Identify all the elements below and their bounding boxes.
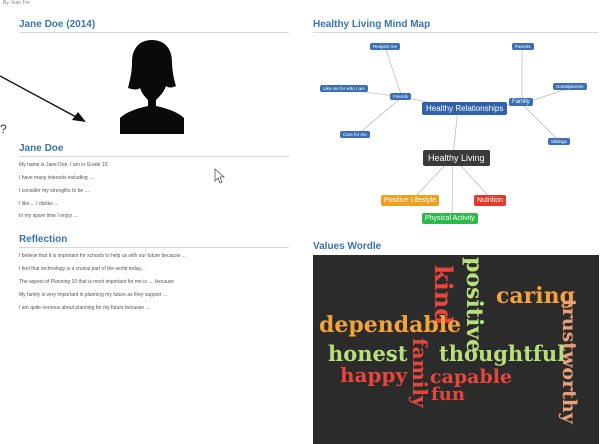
mindmap-node-respect-me[interactable]: Respect me <box>370 43 401 50</box>
mindmap-node-physical-activity[interactable]: Physical Activity <box>422 213 478 224</box>
person-silhouette-icon <box>120 40 184 134</box>
reflection-line: My family is very important in planning … <box>19 292 168 298</box>
wordle-word-family: family <box>408 338 432 408</box>
about-divider <box>19 156 289 157</box>
about-line: My name is Jane Doe. I am in Grade 10. <box>19 162 109 168</box>
mindmap-node-nutrition[interactable]: Nutrition <box>474 195 507 206</box>
mindmap-node-like-me[interactable]: Like me for who I am <box>320 85 368 92</box>
about-line: In my spare time I enjoy ... <box>19 213 78 219</box>
about-line: I consider my strengths to be .... <box>19 188 91 194</box>
mindmap-heading: Healthy Living Mind Map <box>313 19 431 30</box>
reflection-divider <box>19 247 289 248</box>
mindmap-divider <box>313 32 598 33</box>
mindmap-node-healthy-living[interactable]: Healthy Living <box>423 150 490 166</box>
wordle-word-happy: happy <box>340 363 408 387</box>
wordle-heading: Values Wordle <box>313 241 382 252</box>
wordle-word-dependable: dependable <box>319 312 462 338</box>
reflection-heading: Reflection <box>19 234 68 245</box>
wordle-word-honest: honest <box>328 341 408 366</box>
about-line: I like ... I dislike ... <box>19 201 59 207</box>
mindmap-node-care-for-me[interactable]: Care for me <box>340 131 370 138</box>
reflection-line: The aspect of Planning 10 that is most i… <box>19 279 175 285</box>
mindmap-node-siblings[interactable]: Siblings <box>548 138 570 145</box>
reflection-line: I believe that it is important for schoo… <box>19 253 187 259</box>
wordle-word-fun: fun <box>431 384 465 405</box>
mindmap-node-grandparents[interactable]: Grandparents <box>553 83 587 90</box>
mindmap-node-friends[interactable]: Friends <box>390 93 412 100</box>
about-heading: Jane Doe <box>19 143 64 154</box>
mindmap-node-positive-lifestyle[interactable]: Positive Lifestyle <box>381 195 440 206</box>
pointer-arrow-icon <box>0 75 86 122</box>
mind-map: Respect me Like me for who I am Friends … <box>312 34 590 234</box>
byline: By Jean Fre <box>3 0 30 6</box>
profile-heading: Jane Doe (2014) <box>19 19 96 30</box>
mindmap-node-healthy-relationships[interactable]: Healthy Relationships <box>422 102 508 115</box>
reflection-line: I am quite nervous about planning for my… <box>19 305 150 311</box>
profile-divider <box>19 32 289 33</box>
reflection-line: I feel that technology is a crucial part… <box>19 266 145 272</box>
mouse-cursor-icon <box>214 168 226 184</box>
mindmap-node-family[interactable]: Family <box>509 98 533 106</box>
wordle-word-thoughtful: thoughtful <box>439 341 566 366</box>
values-wordle: kind positive caring dependable trustwor… <box>313 255 599 444</box>
mindmap-node-parents[interactable]: Parents <box>512 43 534 50</box>
about-line: I have many interests including .... <box>19 175 95 181</box>
wordle-word-positive: positive <box>461 257 487 354</box>
